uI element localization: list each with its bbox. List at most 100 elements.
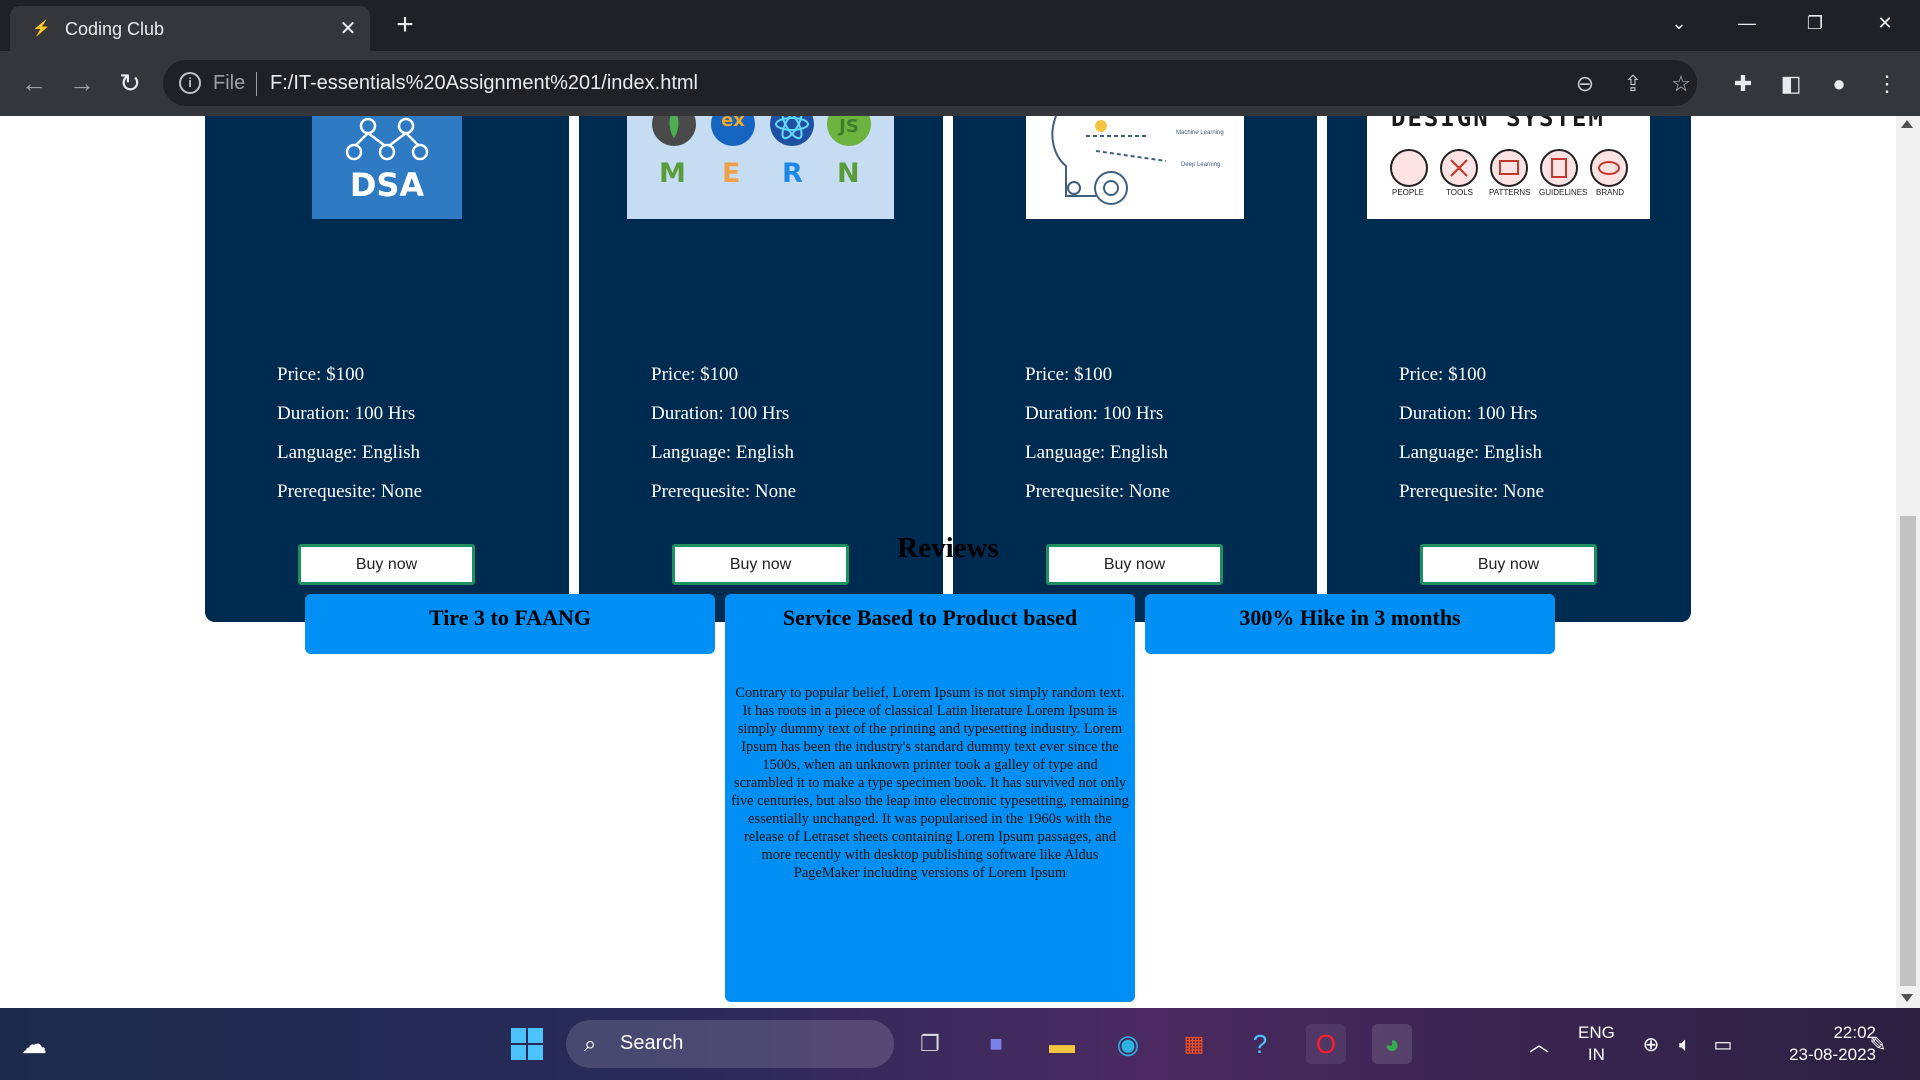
opera-browser-icon[interactable]: O <box>1306 1024 1346 1064</box>
scroll-down-arrow-icon[interactable] <box>1901 994 1913 1002</box>
design-course-image: DESIGN SYSTEM PEOPLE TOOLS PATTERNS GUID… <box>1367 116 1650 219</box>
extensions-icon[interactable]: ✚ <box>1726 67 1760 101</box>
task-view-icon[interactable]: ❐ <box>910 1024 950 1064</box>
express-badge: ex <box>721 116 745 131</box>
scroll-up-arrow-icon[interactable] <box>1901 120 1913 128</box>
mern-logos-icon: JS <box>652 116 871 146</box>
card-price: Price: $100 <box>277 364 365 385</box>
forward-icon[interactable]: → <box>62 63 102 103</box>
input-language-indicator[interactable]: ENG IN <box>1578 1022 1615 1066</box>
ml-label-deep-learning: Deep Learning <box>1181 162 1221 168</box>
design-label-guidelines: GUIDELINES <box>1539 188 1588 197</box>
start-windows-icon[interactable] <box>507 1024 547 1064</box>
bookmark-star-icon[interactable]: ☆ <box>1667 70 1695 98</box>
design-system-icons <box>1390 149 1628 187</box>
page-viewport: DSA Price: $100 Duration: 100 Hrs Langua… <box>0 116 1896 1008</box>
dsa-image-label: DSA <box>349 166 425 204</box>
mern-letter-e: E <box>722 158 741 189</box>
edge-browser-icon[interactable]: ◉ <box>1108 1024 1148 1064</box>
ml-label-machine-learning: Machine Learning <box>1176 130 1224 136</box>
lang-code: ENG <box>1578 1023 1615 1042</box>
card-prerequisite: Prerequesite: None <box>651 481 797 502</box>
restore-button[interactable]: ❐ <box>1792 6 1838 40</box>
card-price: Price: $100 <box>651 364 739 385</box>
review-heading: Service Based to Product based <box>782 605 1078 630</box>
menu-kebab-icon[interactable]: ⋮ <box>1870 67 1904 101</box>
volume-icon[interactable]: 🔈︎ <box>1672 1032 1698 1058</box>
address-url[interactable]: F:/IT-essentials%20Assignment%201/index.… <box>270 72 698 95</box>
design-label-tools: TOOLS <box>1446 188 1473 197</box>
share-icon[interactable]: ⇪ <box>1619 70 1647 98</box>
search-icon: ⌕ <box>584 1031 597 1056</box>
mern-letter-m: M <box>659 158 686 189</box>
taskbar-clock[interactable]: 22:02 23-08-2023 <box>1760 1022 1876 1066</box>
tab-search-chevron-icon[interactable]: ⌄ <box>1656 6 1702 40</box>
card-prerequisite: Prerequesite: None <box>1025 481 1171 502</box>
mern-letter-n: N <box>837 158 860 189</box>
weather-widget-icon[interactable]: ☁ <box>14 1024 54 1064</box>
review-card: 300% Hike in 3 months <box>1145 594 1555 654</box>
review-heading: 300% Hike in 3 months <box>1239 605 1461 630</box>
address-separator <box>256 72 257 96</box>
file-explorer-icon[interactable]: ▬ <box>1042 1024 1082 1064</box>
lang-region: IN <box>1587 1045 1605 1064</box>
review-card: Tire 3 to FAANG <box>305 594 715 654</box>
card-duration: Duration: 100 Hrs <box>1399 403 1538 424</box>
teams-chat-icon[interactable]: ■ <box>976 1024 1016 1064</box>
tab-favicon-icon: ⚡ <box>32 20 51 37</box>
card-price: Price: $100 <box>1025 364 1113 385</box>
close-window-button[interactable]: ✕ <box>1862 6 1908 40</box>
design-label-people: PEOPLE <box>1392 188 1425 197</box>
clock-date: 23-08-2023 <box>1789 1045 1876 1064</box>
minimize-button[interactable]: — <box>1724 6 1770 40</box>
page-scrollbar[interactable] <box>1896 116 1920 1008</box>
card-price: Price: $100 <box>1399 364 1487 385</box>
card-duration: Duration: 100 Hrs <box>277 403 416 424</box>
reviews-heading: Reviews <box>897 532 999 564</box>
profile-avatar-icon[interactable]: ● <box>1822 67 1856 101</box>
tab-title: Coding Club <box>65 19 165 39</box>
side-panel-icon[interactable]: ◧ <box>1774 67 1808 101</box>
battery-icon[interactable]: ▭ <box>1710 1032 1736 1058</box>
card-prerequisite: Prerequesite: None <box>1399 481 1545 502</box>
address-bar[interactable]: i File F:/IT-essentials%20Assignment%201… <box>163 60 1697 106</box>
address-scheme: File <box>213 72 246 94</box>
card-language: Language: English <box>1399 442 1542 463</box>
notification-icon[interactable]: ✎ <box>1865 1032 1891 1058</box>
taskbar-search-label: Search <box>620 1032 684 1054</box>
review-body-text: Contrary to popular belief, Lorem Ipsum … <box>731 685 1129 881</box>
card-duration: Duration: 100 Hrs <box>651 403 790 424</box>
card-prerequisite: Prerequesite: None <box>277 481 423 502</box>
browser-toolbar: ← → ↻ i File F:/IT-essentials%20Assignme… <box>0 51 1920 116</box>
ml-course-image: Machine Learning Deep Learning <box>1026 116 1244 219</box>
svg-text:JS: JS <box>837 116 859 137</box>
microsoft-store-icon[interactable]: ▦ <box>1174 1024 1214 1064</box>
back-icon[interactable]: ← <box>14 63 54 103</box>
card-duration: Duration: 100 Hrs <box>1025 403 1164 424</box>
reload-icon[interactable]: ↻ <box>110 63 150 103</box>
network-globe-icon[interactable]: ⊕ <box>1638 1032 1664 1058</box>
design-image-header: DESIGN SYSTEM <box>1391 116 1605 132</box>
new-tab-button[interactable]: + <box>388 9 422 43</box>
taskbar-search-box[interactable]: ⌕ Search <box>566 1020 894 1068</box>
site-info-icon[interactable]: i <box>179 72 201 94</box>
design-label-patterns: PATTERNS <box>1489 188 1531 197</box>
scroll-thumb[interactable] <box>1900 516 1916 986</box>
zoom-icon[interactable]: ⊖ <box>1571 70 1599 98</box>
browser-tab[interactable]: ⚡ Coding Club ✕ <box>10 6 370 51</box>
browser-tab-strip: ⚡ Coding Club ✕ + ⌄ — ❐ ✕ <box>0 0 1920 51</box>
review-heading: Tire 3 to FAANG <box>429 605 591 630</box>
card-language: Language: English <box>1025 442 1168 463</box>
close-tab-icon[interactable]: ✕ <box>334 15 362 43</box>
card-language: Language: English <box>651 442 794 463</box>
card-language: Language: English <box>277 442 420 463</box>
mern-letter-r: R <box>782 158 803 189</box>
review-card-expanded: Service Based to Product based Contrary … <box>725 594 1135 1002</box>
mern-course-image: JS ex M E R N <box>627 116 894 219</box>
show-hidden-icons-chevron-icon[interactable]: ︿ <box>1526 1032 1552 1058</box>
dsa-course-image: DSA <box>312 116 462 219</box>
windows-taskbar: ☁ ⌕ Search ❐ ■ ▬ ◉ ▦ ? O ◕ ︿ ENG IN ⊕ 🔈︎… <box>0 1008 1920 1080</box>
chrome-browser-icon[interactable]: ◕ <box>1372 1024 1412 1064</box>
get-help-icon[interactable]: ? <box>1240 1024 1280 1064</box>
design-label-brand: BRAND <box>1596 188 1625 197</box>
